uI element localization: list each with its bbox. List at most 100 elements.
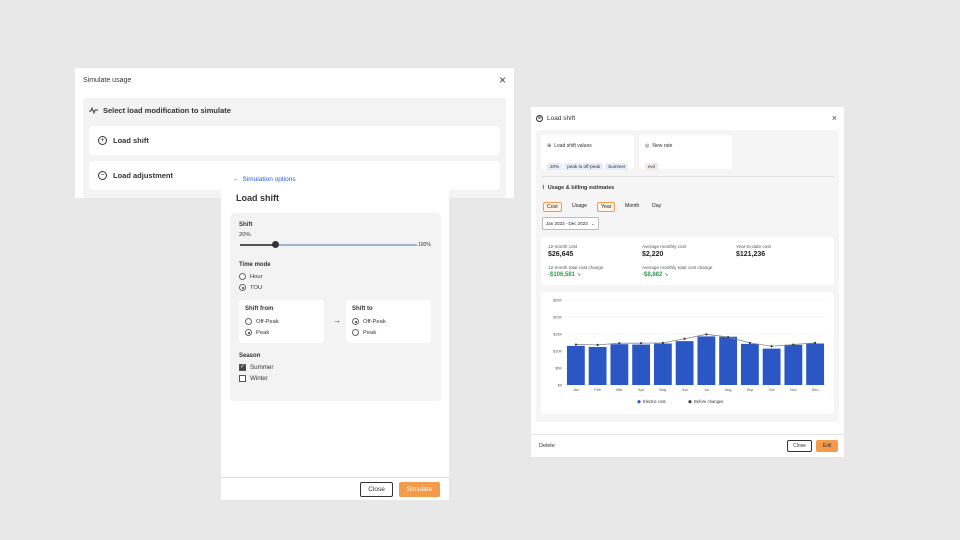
x-tick-label: Aug	[725, 388, 732, 392]
delete-button[interactable]: Delete	[539, 443, 555, 449]
tab-month[interactable]: Month	[622, 202, 642, 210]
before-changes-point	[748, 341, 751, 344]
checkbox-unchecked	[239, 375, 246, 382]
value-chip: peak to off-peak	[564, 163, 604, 170]
y-tick-label: $25K	[553, 299, 562, 303]
panel-title: Load shift	[236, 193, 279, 203]
slider-thumb[interactable]	[272, 241, 280, 248]
stat-label: Year-to-date cost	[736, 244, 771, 249]
stat-value-text: -$8,882	[642, 272, 663, 278]
radio-label: Off-Peak	[363, 318, 386, 325]
new-rate-heading: ◎ New rate	[645, 143, 672, 149]
date-range-select[interactable]: Jan 2023 - Dec 2023 ⌄	[542, 217, 599, 230]
stat-label: 12-month total cost change	[548, 265, 604, 270]
stat-ytd-cost: Year-to-date cost $121,236	[736, 244, 771, 258]
season-winter[interactable]: Winter	[239, 375, 268, 382]
bar	[610, 344, 629, 385]
shift-to-peak[interactable]: Peak	[352, 329, 376, 336]
tab-cost[interactable]: Cost	[543, 202, 562, 212]
season-summer[interactable]: Summer	[239, 363, 273, 371]
before-changes-point	[618, 342, 621, 345]
panel-content: ⊕ Load shift values 20% peak to off-peak S…	[536, 130, 839, 422]
shift-label: Shift	[239, 222, 253, 228]
x-tick-label: Dec	[812, 388, 819, 392]
value-chip: Summer	[605, 163, 629, 170]
radio-selected	[245, 329, 252, 336]
load-adjustment-label: Load adjustment	[113, 171, 174, 180]
panel-title: Load shift	[547, 115, 576, 122]
simulate-button[interactable]: Simulate	[399, 482, 440, 497]
time-mode-hour[interactable]: Hour	[239, 273, 263, 280]
x-tick-label: Mar	[616, 388, 623, 392]
radio-unselected	[239, 273, 246, 280]
checkbox-label: Winter	[250, 375, 268, 382]
shift-to-card: Shift to Off-Peak Peak	[346, 300, 431, 343]
back-label: Simulation options	[242, 176, 296, 183]
close-button[interactable]: Close	[787, 440, 812, 452]
edit-button[interactable]: Edit	[816, 440, 838, 452]
select-heading-text: Select load modification to simulate	[103, 106, 231, 115]
load-shift-option[interactable]: + Load shift	[89, 126, 500, 155]
load-shift-label: Load shift	[113, 136, 149, 145]
tab-day[interactable]: Day	[649, 202, 664, 210]
plus-circle-icon: +	[98, 136, 107, 145]
shift-from-offpeak[interactable]: Off-Peak	[245, 318, 279, 325]
legend-label: Electric cost	[643, 399, 666, 404]
stat-label: Average monthly cost	[642, 244, 687, 249]
tab-year[interactable]: Year	[597, 202, 616, 212]
load-shift-panel: ⊕ Load shift × ⊕ Load shift values 20% pe…	[531, 107, 844, 457]
stat-label: Average monthly total cost change	[642, 265, 713, 270]
radio-selected	[352, 318, 359, 325]
before-changes-point	[640, 342, 643, 345]
usage-heading: ⌇ Usage & billing estimates	[542, 185, 614, 191]
x-tick-label: Nov	[790, 388, 797, 392]
x-tick-label: Sep	[746, 388, 753, 392]
radio-unselected	[352, 329, 359, 336]
bar	[675, 341, 694, 385]
legend-swatch-electric	[637, 400, 641, 404]
chip-row: 20% peak to off-peak Summer	[547, 155, 630, 173]
shift-from-label: Shift from	[245, 306, 274, 312]
close-icon[interactable]: ×	[499, 73, 506, 87]
tab-usage[interactable]: Usage	[569, 202, 590, 210]
bar	[566, 345, 585, 385]
time-mode-label: Time mode	[239, 262, 271, 268]
stat-value: -$106,581 ↘	[548, 272, 603, 278]
bar	[588, 346, 607, 385]
close-button[interactable]: Close	[360, 482, 393, 497]
legend-label: Before changes	[694, 399, 723, 404]
bar	[697, 336, 716, 385]
stat-avg-change: Average monthly total cost change -$8,88…	[642, 265, 712, 278]
chip-row: evil	[645, 155, 660, 173]
minus-circle-icon: −	[98, 171, 107, 180]
time-mode-tou[interactable]: TOU	[239, 284, 262, 291]
x-tick-label: May	[659, 388, 666, 392]
before-changes-point	[683, 337, 686, 340]
before-changes-point	[574, 343, 577, 346]
shift-to-offpeak[interactable]: Off-Peak	[352, 318, 386, 325]
load-shift-values-card: ⊕ Load shift values 20% peak to off-peak S…	[541, 135, 634, 170]
stat-value: $121,236	[736, 251, 766, 258]
checkbox-checked	[239, 363, 246, 371]
shift-max: 100%	[418, 242, 431, 248]
shift-from-peak[interactable]: Peak	[245, 329, 269, 336]
back-link[interactable]: ← Simulation options	[233, 176, 296, 183]
stat-avg-monthly-cost: Average monthly cost $2,220	[642, 244, 686, 258]
dialog-title: Simulate usage	[83, 77, 132, 84]
close-icon[interactable]: ×	[832, 113, 837, 123]
x-tick-label: Apr	[638, 388, 645, 392]
shift-slider[interactable]	[240, 241, 417, 248]
stat-value: $26,645	[548, 251, 574, 258]
shift-value: 20%	[239, 232, 251, 238]
bar	[632, 344, 651, 385]
y-tick-label: $10K	[553, 350, 562, 354]
stat-12-month-cost: 12-month cost $26,645	[548, 244, 577, 258]
card-label: New rate	[652, 143, 673, 149]
before-changes-point	[814, 341, 817, 344]
stat-label: 12-month cost	[548, 244, 578, 249]
stat-value: -$8,882 ↘	[642, 272, 712, 278]
plus-circle-icon: ⊕	[547, 143, 552, 149]
x-tick-label: Jun	[682, 388, 688, 392]
bar	[653, 343, 672, 385]
stat-total-change: 12-month total cost change -$106,581 ↘	[548, 265, 603, 278]
